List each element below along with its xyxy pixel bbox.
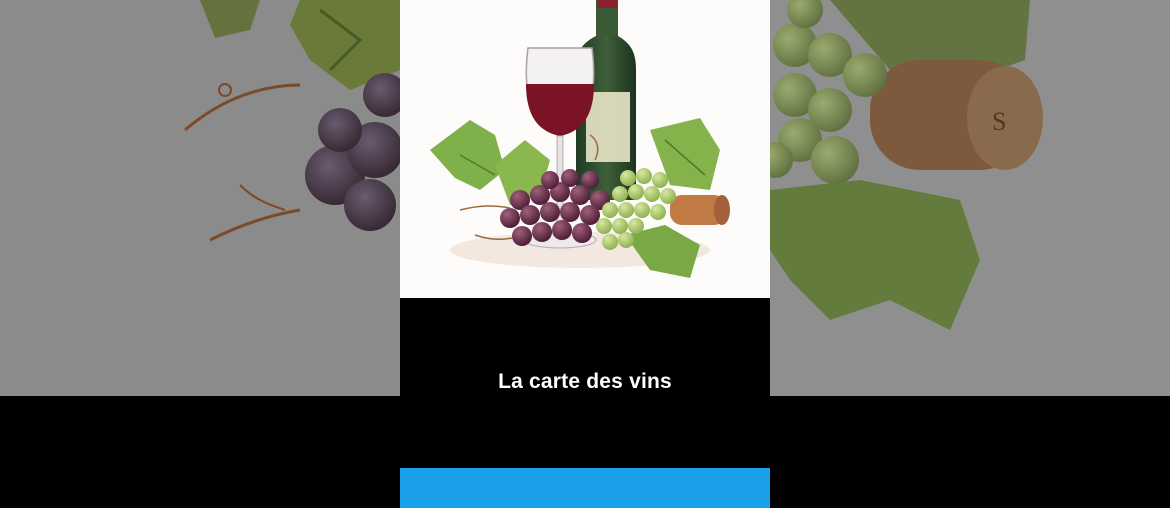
- wine-still-life-image: [400, 0, 770, 298]
- background-grapes-left-image: [0, 0, 400, 396]
- background-blur-left: [0, 0, 400, 396]
- background-grapes-right-image: S: [770, 0, 1170, 396]
- svg-text:S: S: [992, 107, 1006, 136]
- caption-title: La carte des vins: [498, 370, 672, 393]
- cork-icon: [670, 195, 730, 225]
- background-blur-right: S: [770, 0, 1170, 396]
- wine-illustration: [400, 0, 770, 298]
- accent-bar: [400, 468, 770, 508]
